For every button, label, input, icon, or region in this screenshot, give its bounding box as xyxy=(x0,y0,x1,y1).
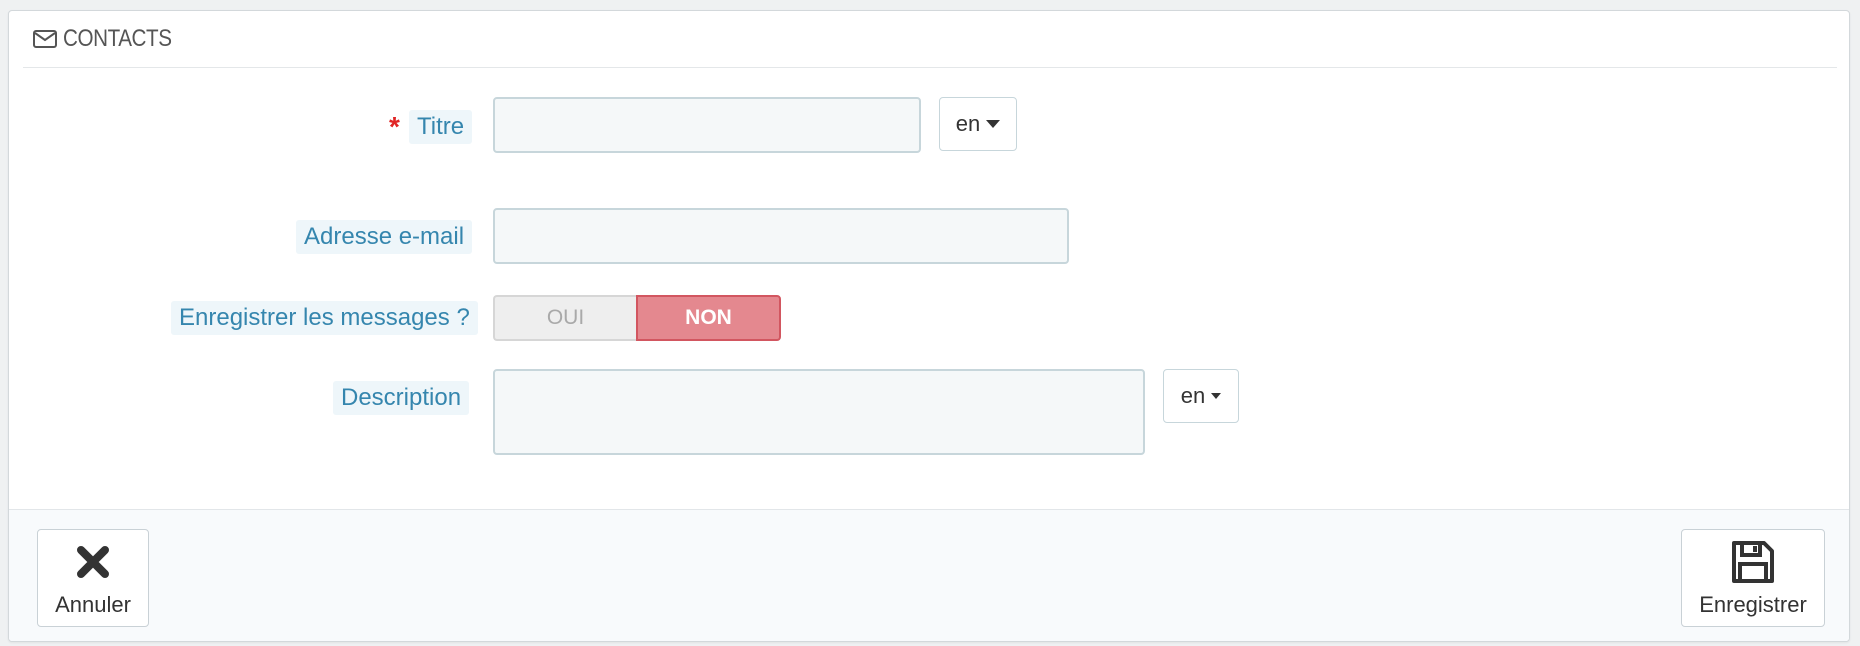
close-icon xyxy=(75,538,111,586)
email-label: Adresse e-mail xyxy=(296,220,473,254)
cancel-label: Annuler xyxy=(55,592,131,617)
save-button[interactable]: Enregistrer xyxy=(1681,529,1825,627)
toggle-option-non[interactable]: NON xyxy=(636,295,781,341)
description-label: Description xyxy=(333,381,470,415)
description-textarea[interactable] xyxy=(493,369,1145,455)
panel-heading: CONTACTS xyxy=(23,11,1837,68)
language-label: en xyxy=(955,111,981,136)
envelope-icon xyxy=(33,29,57,49)
caret-down-icon xyxy=(986,120,1001,128)
description-language-dropdown[interactable]: en xyxy=(1163,369,1239,423)
panel-footer: Annuler Enregistrer xyxy=(9,509,1849,641)
email-input[interactable] xyxy=(493,208,1069,264)
panel-title: CONTACTS xyxy=(63,25,172,52)
toggle-option-oui[interactable]: OUI xyxy=(493,295,636,341)
title-language-dropdown[interactable]: en xyxy=(939,97,1017,151)
save-messages-toggle[interactable]: OUI NON xyxy=(493,295,781,341)
title-input[interactable] xyxy=(493,97,921,153)
caret-down-icon xyxy=(1211,393,1222,399)
floppy-disk-icon xyxy=(1731,538,1775,586)
title-label: Titre xyxy=(409,110,473,144)
contacts-panel: CONTACTS * Titre en Adresse e-mail Enreg… xyxy=(8,10,1850,642)
language-label: en xyxy=(1180,383,1206,408)
cancel-button[interactable]: Annuler xyxy=(37,529,149,627)
required-marker: * xyxy=(389,111,400,142)
save-label: Enregistrer xyxy=(1699,592,1807,617)
save-messages-label: Enregistrer les messages ? xyxy=(171,301,478,335)
